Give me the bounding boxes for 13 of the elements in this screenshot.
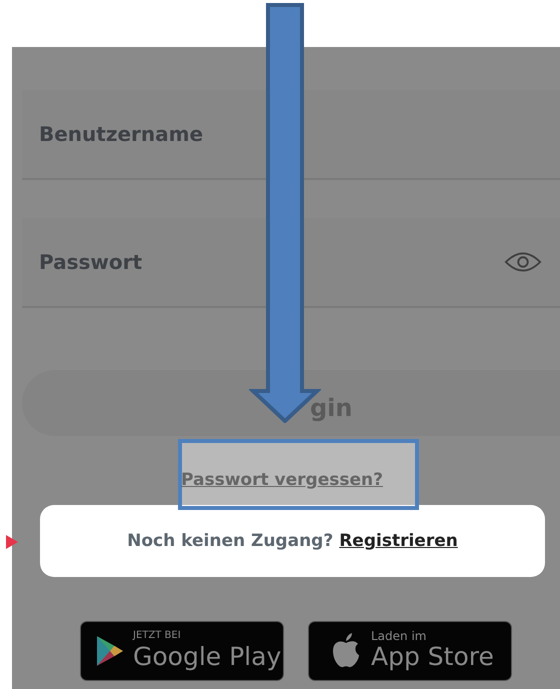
pointer-icon [6,535,18,549]
eye-icon[interactable] [504,250,542,274]
store-name: App Store [371,642,494,672]
app-store-badge[interactable]: Laden im App Store [308,621,512,681]
store-name: Google Play [133,642,282,672]
register-link[interactable]: Registrieren [339,531,458,551]
apple-icon [331,633,361,669]
google-play-badge[interactable]: JETZT BEI Google Play [80,621,284,681]
badge-caption: JETZT BEI [133,630,182,642]
forgot-password-link[interactable]: Passwort vergessen? [181,470,383,490]
play-icon [97,636,123,666]
register-prompt: Noch keinen Zugang? [127,531,334,551]
badge-caption: Laden im [371,630,428,642]
